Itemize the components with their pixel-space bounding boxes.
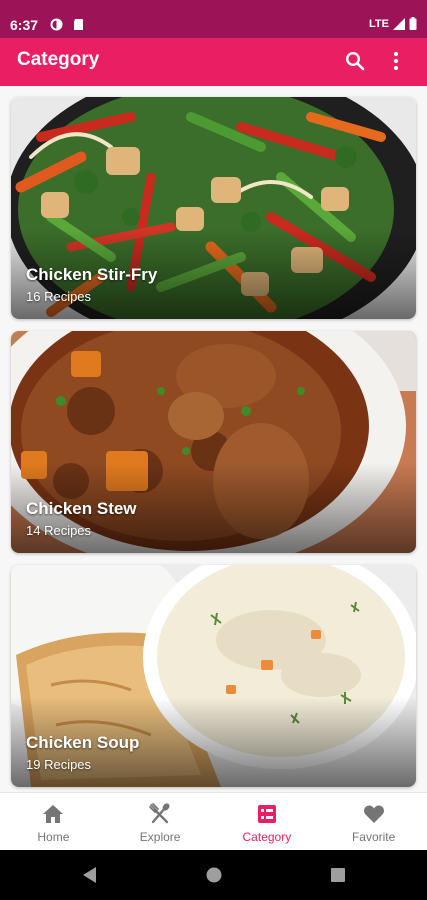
nav-label: Favorite (351, 830, 396, 844)
sd-card-icon (74, 19, 83, 30)
status-time: 6:37 (10, 17, 39, 33)
nav-item-explore[interactable]: Explore (107, 793, 214, 850)
heart-icon (363, 805, 384, 823)
category-icon (257, 805, 276, 823)
category-card-stir-fry[interactable]: Chicken Stir-Fry 16 Recipes (11, 97, 416, 319)
nav-label: Category (242, 830, 292, 844)
status-indicators: LTE (369, 17, 417, 30)
category-title: Chicken Stir-Fry (26, 265, 158, 284)
network-type: LTE (369, 17, 389, 30)
home-circle-icon[interactable] (204, 865, 224, 885)
back-icon[interactable] (80, 865, 98, 885)
search-icon (345, 51, 365, 71)
utensils-icon (149, 803, 170, 824)
recipe-count: 14 Recipes (26, 523, 92, 538)
signal-icon (393, 17, 405, 30)
sync-status-icon (50, 18, 63, 31)
home-icon (43, 805, 64, 823)
nav-label: Explore (139, 830, 181, 844)
category-title: Chicken Stew (26, 499, 137, 518)
category-list: Chicken Stir-Fry 16 Recipes Chicken Stew… (0, 86, 427, 792)
more-vert-icon (393, 51, 399, 71)
nav-item-home[interactable]: Home (0, 793, 107, 850)
recipe-count: 19 Recipes (26, 757, 92, 772)
overflow-menu-button[interactable] (383, 48, 409, 74)
nav-label: Home (37, 830, 70, 844)
category-card-stew[interactable]: Chicken Stew 14 Recipes (11, 331, 416, 553)
search-button[interactable] (342, 48, 368, 74)
bottom-navigation: Home Explore Category Favorite (0, 792, 427, 850)
system-navigation-bar (0, 850, 427, 900)
page-title: Category (17, 49, 100, 70)
recipe-count: 16 Recipes (26, 289, 92, 304)
battery-icon (409, 17, 417, 30)
category-card-soup[interactable]: Chicken Soup 19 Recipes (11, 565, 416, 787)
app-bar: Category (0, 38, 427, 86)
recents-icon[interactable] (329, 865, 347, 885)
category-title: Chicken Soup (26, 733, 140, 752)
nav-item-category[interactable]: Category (214, 793, 321, 850)
nav-item-favorite[interactable]: Favorite (320, 793, 427, 850)
